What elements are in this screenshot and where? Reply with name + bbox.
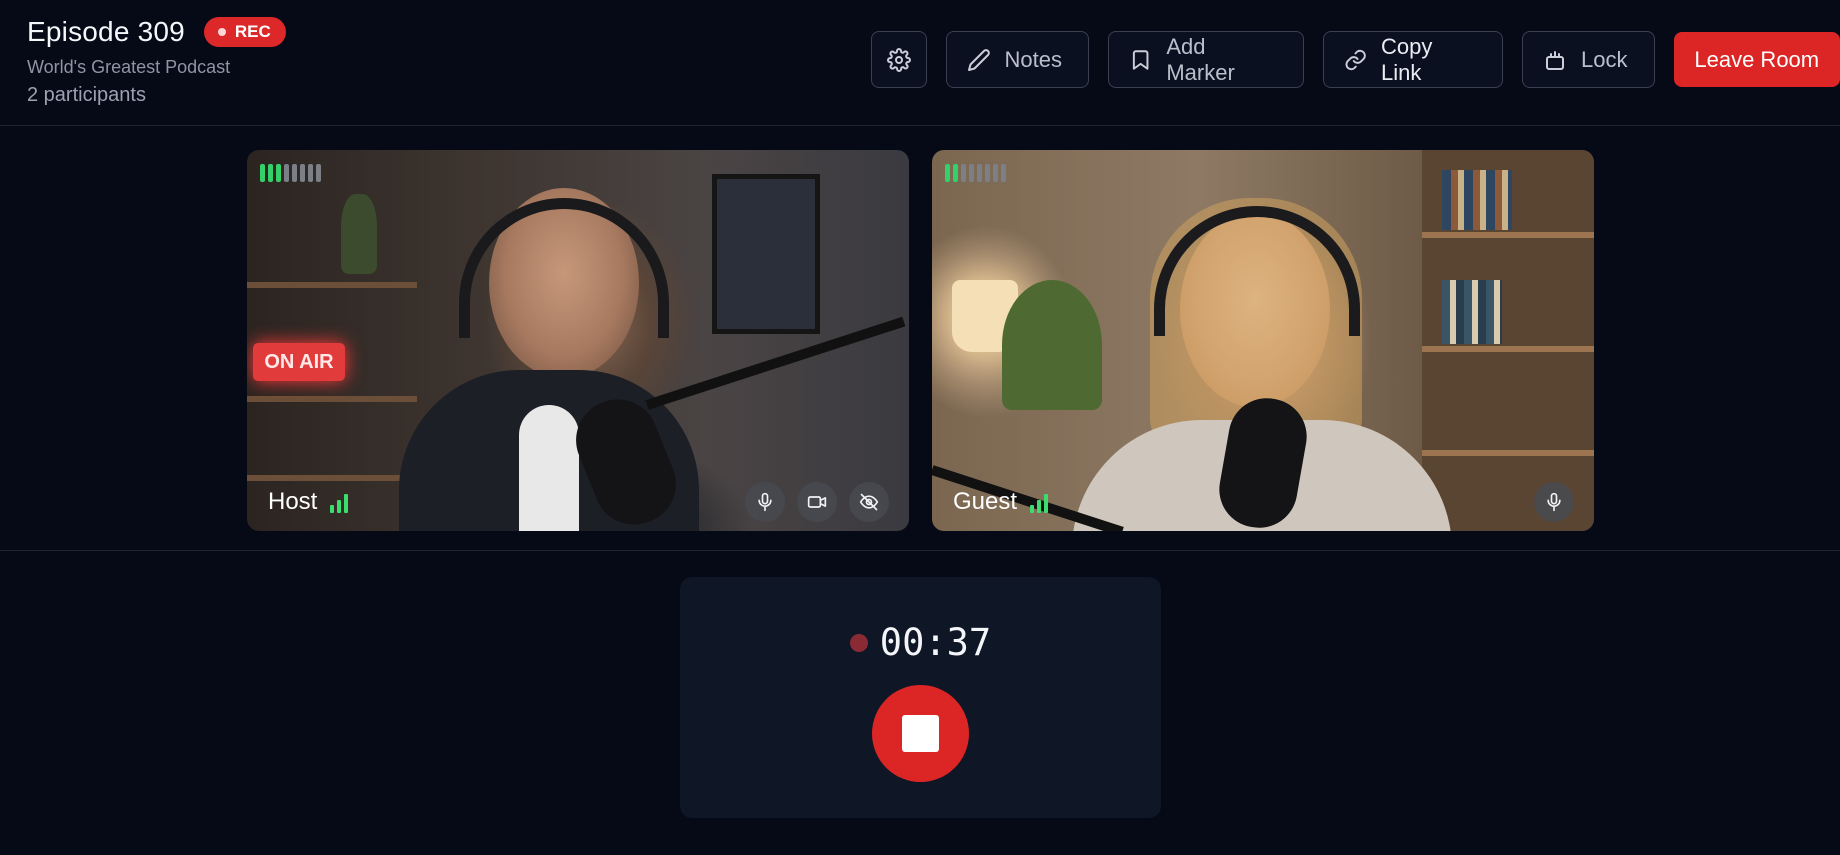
participant-name: Guest [953, 488, 1018, 515]
recording-badge: REC [203, 17, 286, 47]
add-marker-button[interactable]: Add Marker [1108, 31, 1304, 88]
video-camera-icon [807, 496, 827, 508]
lock-button-label: Lock [1581, 46, 1628, 72]
plant-decoration [341, 194, 377, 274]
audio-level-meter [260, 164, 324, 182]
gear-icon [886, 47, 911, 72]
host-camera-button[interactable] [797, 482, 837, 522]
signal-strength-icon [330, 494, 351, 513]
show-name: World's Greatest Podcast [27, 57, 231, 77]
plant-decoration [1002, 280, 1102, 410]
participant-name-tag: Guest [953, 488, 1051, 516]
toolbar: Notes Add Marker Copy Link Lock Leave Ro… [871, 31, 1840, 88]
host-tshirt [519, 405, 579, 531]
tile-controls [1522, 482, 1574, 522]
books [1442, 170, 1512, 230]
settings-button[interactable] [871, 31, 927, 88]
recording-timer: 00:37 [879, 621, 992, 664]
video-tile-guest[interactable]: Guest [932, 150, 1594, 531]
microphone-icon [1547, 492, 1561, 512]
title-block: Episode 309 REC World's Greatest Podcast… [27, 16, 286, 107]
participant-count: 2 participants [27, 84, 146, 106]
on-air-sign-text: ON AIR [264, 350, 334, 373]
microphone-icon [758, 492, 772, 512]
participant-name-tag: Host [268, 488, 351, 516]
link-icon [1345, 49, 1366, 70]
background-shelf [247, 396, 417, 402]
bookmark-icon [1132, 49, 1149, 70]
background-shelf [1422, 232, 1594, 238]
stop-recording-button[interactable] [872, 685, 969, 782]
headphones [459, 198, 669, 338]
audio-level-meter [945, 164, 1009, 182]
episode-title: Episode 309 [27, 16, 185, 47]
copy-link-button[interactable]: Copy Link [1322, 31, 1504, 88]
copy-link-button-label: Copy Link [1381, 33, 1433, 85]
notes-button-label: Notes [1004, 46, 1063, 72]
recording-control-panel: 00:37 [680, 577, 1161, 818]
wall-poster [712, 174, 820, 334]
host-mic-button[interactable] [745, 482, 785, 522]
record-dot-icon [217, 28, 226, 36]
video-stage: ON AIR Host Guest [0, 127, 1840, 551]
eye-off-icon [859, 493, 879, 511]
tile-controls [733, 482, 889, 522]
background-shelf [247, 475, 417, 481]
recording-badge-label: REC [234, 22, 271, 41]
signal-strength-icon [1030, 494, 1051, 513]
stop-icon [902, 715, 939, 752]
notes-button[interactable]: Notes [945, 31, 1090, 88]
background-shelf [1422, 450, 1594, 456]
on-air-sign: ON AIR [253, 343, 345, 381]
add-marker-button-label: Add Marker [1166, 33, 1235, 85]
background-shelf [1422, 346, 1594, 352]
recording-timer-row: 00:37 [680, 621, 1161, 664]
participant-name: Host [268, 488, 318, 515]
recording-indicator-icon [849, 633, 868, 652]
guest-mic-button[interactable] [1534, 482, 1574, 522]
pencil-icon [967, 48, 990, 71]
leave-room-button[interactable]: Leave Room [1673, 32, 1840, 87]
top-bar: Episode 309 REC World's Greatest Podcast… [0, 0, 1840, 126]
lock-button[interactable]: Lock [1522, 31, 1655, 88]
video-tile-host[interactable]: ON AIR Host [247, 150, 909, 531]
books [1442, 280, 1502, 344]
background-shelf [247, 282, 417, 288]
lock-icon [1546, 50, 1565, 70]
host-hide-video-button[interactable] [849, 482, 889, 522]
